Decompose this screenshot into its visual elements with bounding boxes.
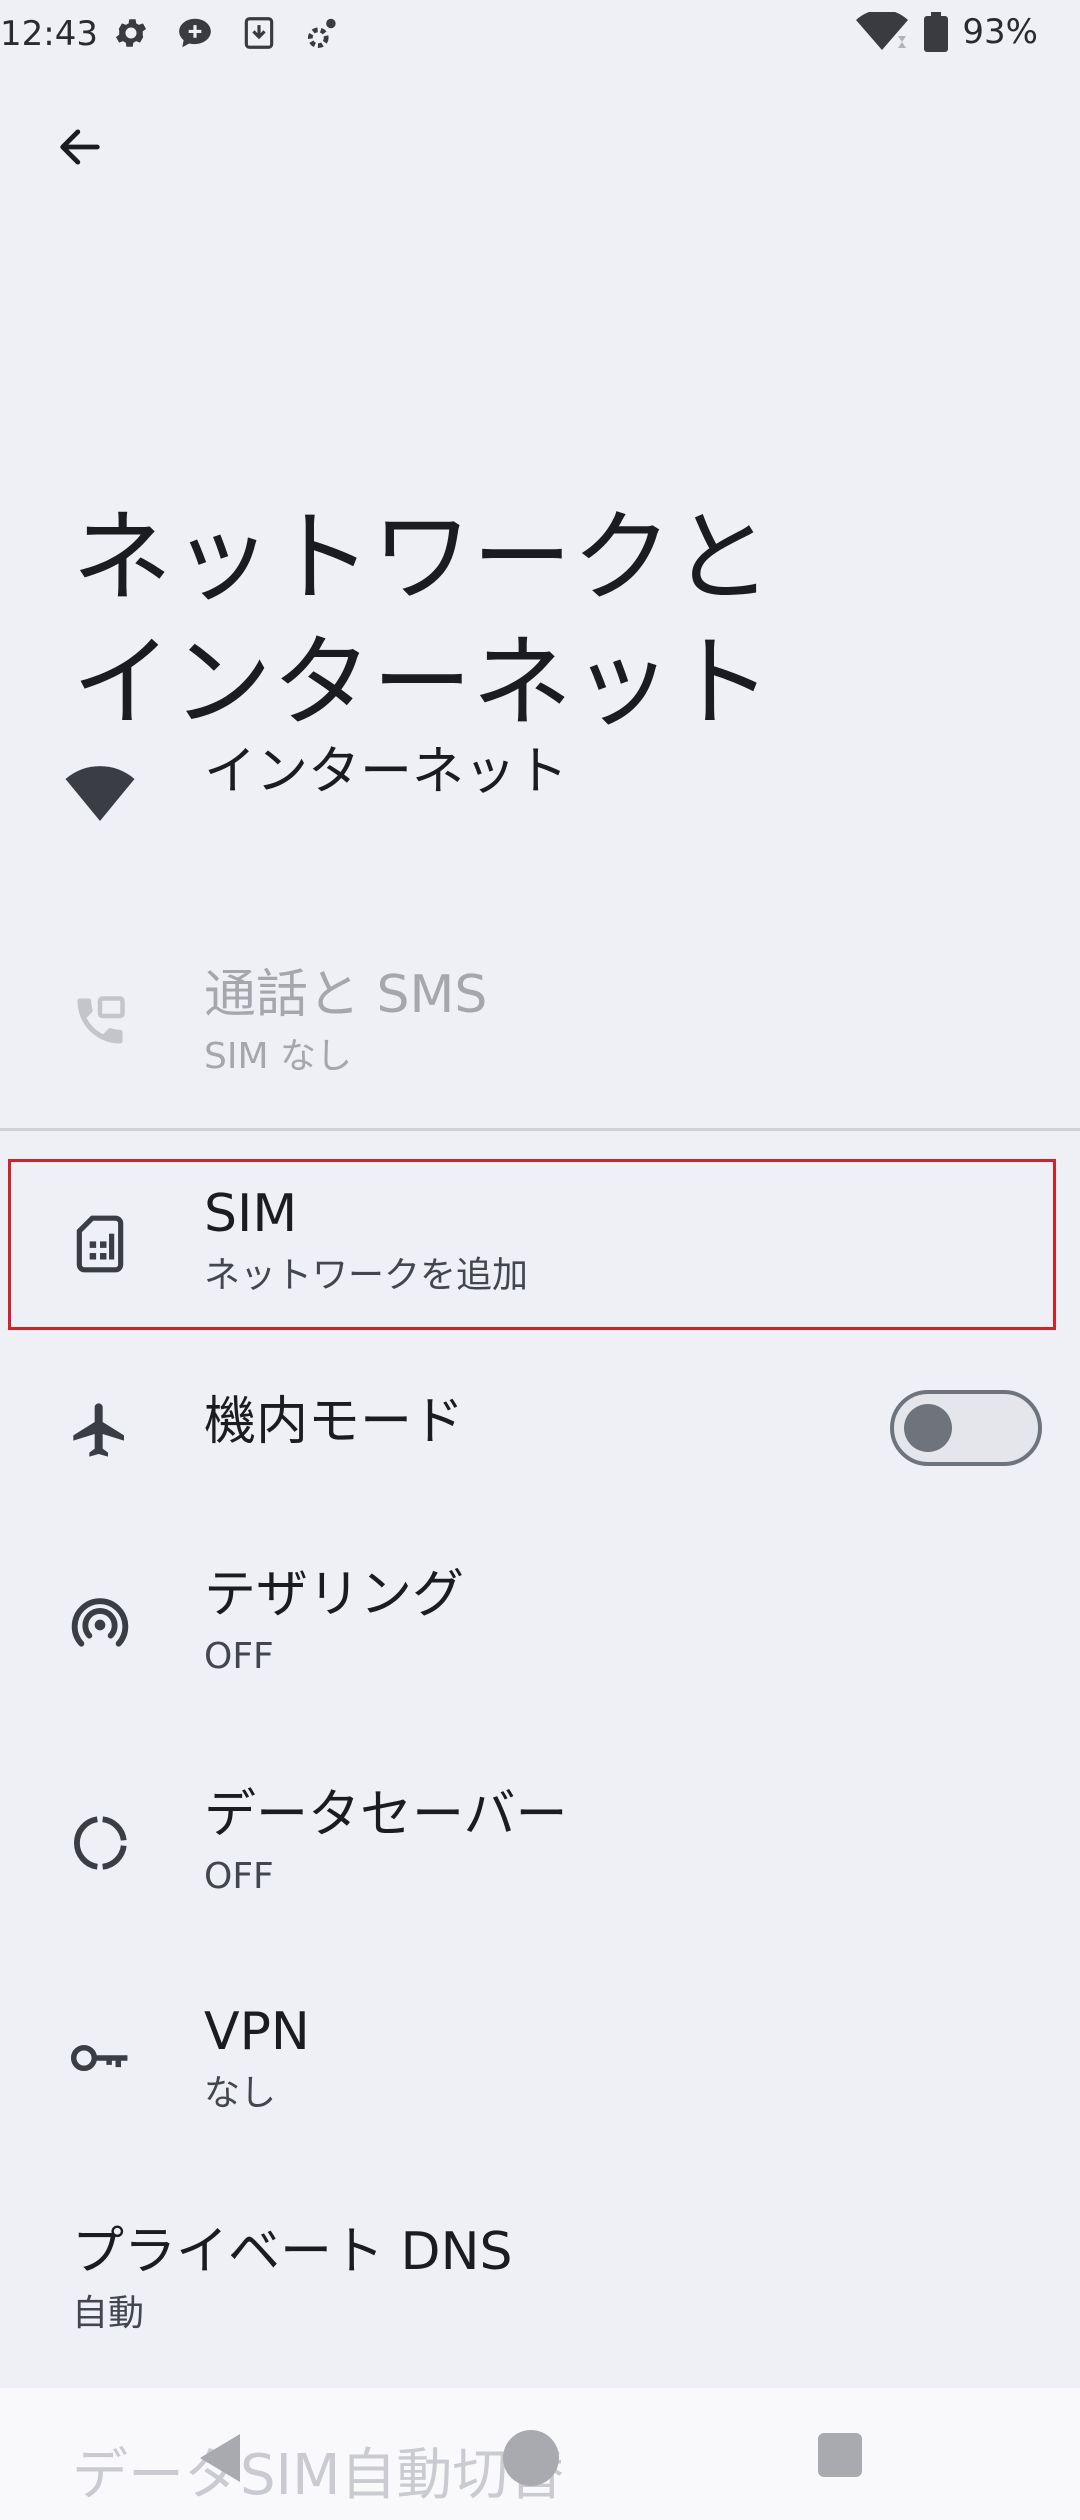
section-divider	[0, 1128, 1080, 1131]
settings-small-icon	[307, 18, 336, 49]
download-icon	[244, 17, 274, 49]
airplane-icon	[64, 1394, 136, 1466]
wifi-icon	[64, 758, 136, 830]
airplane-mode-toggle[interactable]	[890, 1390, 1042, 1466]
vpn-item[interactable]: VPN なし	[0, 1990, 1080, 2130]
private-dns-title: プライベート DNS	[72, 2222, 513, 2282]
gear-icon	[115, 19, 147, 47]
page-title-text: ネットワークと インターネット	[72, 499, 772, 741]
key-icon	[64, 2022, 136, 2094]
tethering-summary: OFF	[204, 1636, 274, 1677]
wifi-icon	[856, 12, 909, 50]
status-bar: 12:43 93%	[0, 0, 1080, 70]
vpn-title: VPN	[204, 2002, 310, 2062]
nav-back-button[interactable]	[196, 2430, 244, 2490]
chat-add-icon	[179, 18, 211, 48]
private-dns-summary: 自動	[72, 2293, 145, 2334]
nav-recent-button[interactable]	[818, 2433, 862, 2477]
calls-sms-title: 通話と SMS	[204, 965, 488, 1025]
tethering-item[interactable]: テザリング OFF	[0, 1555, 1080, 1695]
back-button[interactable]	[48, 115, 112, 179]
calls-sms-item: 通話と SMS SIM なし	[0, 955, 1080, 1095]
sim-item[interactable]: SIM ネットワークを追加	[0, 1170, 1080, 1320]
data-sim-switch-title: データSIM自動切替	[72, 2443, 565, 2508]
battery-icon	[924, 12, 949, 52]
vpn-summary: なし	[204, 2073, 277, 2114]
nav-home-button[interactable]	[503, 2430, 559, 2486]
battery-percent: 93%	[962, 12, 1038, 52]
tethering-title: テザリング	[204, 1565, 465, 1625]
sim-title: SIM	[204, 1184, 298, 1244]
status-time: 12:43	[0, 14, 98, 54]
arrow-left-icon	[60, 129, 100, 165]
toggle-knob	[904, 1404, 952, 1452]
airplane-mode-title: 機内モード	[204, 1392, 465, 1452]
data-saver-item[interactable]: データセーバー OFF	[0, 1775, 1080, 1915]
internet-item[interactable]: インターネット	[0, 730, 1080, 860]
data-saver-title: データセーバー	[204, 1785, 568, 1845]
data-saver-icon	[64, 1807, 136, 1879]
internet-title: インターネット	[204, 742, 569, 802]
phone-sms-icon	[64, 985, 136, 1057]
sim-summary: ネットワークを追加	[204, 1255, 529, 1296]
sim-card-icon	[64, 1208, 136, 1280]
status-right-group: 93%	[854, 12, 1038, 52]
nav-back-icon	[200, 2434, 240, 2482]
calls-sms-summary: SIM なし	[204, 1036, 352, 1077]
page-title: ネットワークと インターネット	[72, 370, 972, 745]
private-dns-item[interactable]: プライベート DNS 自動	[0, 2220, 1080, 2350]
data-saver-summary: OFF	[204, 1856, 274, 1897]
status-notification-icons	[112, 14, 342, 52]
hotspot-icon	[64, 1589, 136, 1661]
